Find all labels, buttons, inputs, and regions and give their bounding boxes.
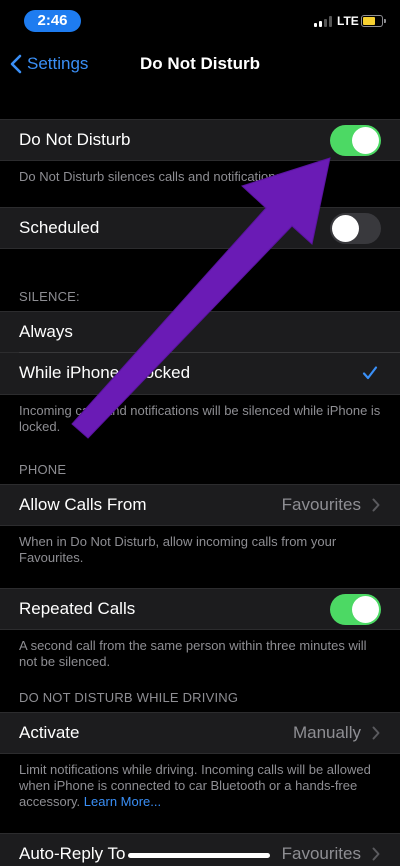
home-indicator — [128, 853, 270, 858]
page-title: Do Not Disturb — [140, 54, 260, 73]
silence-footer: Incoming calls and notifications will be… — [19, 403, 381, 434]
repeated-calls-toggle[interactable] — [330, 594, 381, 625]
network-type: LTE — [337, 14, 359, 28]
auto-reply-label: Auto-Reply To — [19, 844, 126, 863]
driving-header: DO NOT DISTURB WHILE DRIVING — [19, 690, 239, 705]
auto-reply-row[interactable]: Auto-Reply To Favourites — [0, 833, 400, 866]
repeated-calls-footer: A second call from the same person withi… — [19, 638, 367, 669]
cellular-signal-icon — [314, 16, 334, 27]
allow-calls-label: Allow Calls From — [19, 495, 147, 514]
battery-icon — [361, 15, 386, 27]
scheduled-row[interactable]: Scheduled — [0, 207, 400, 249]
allow-calls-row[interactable]: Allow Calls From Favourites — [0, 484, 400, 526]
always-row[interactable]: Always — [0, 311, 400, 353]
silence-header: SILENCE: — [19, 289, 80, 304]
activate-label: Activate — [19, 723, 80, 742]
activate-footer: Limit notifications while driving. Incom… — [19, 762, 381, 810]
dnd-toggle[interactable] — [330, 125, 381, 156]
activate-footer-text: Limit notifications while driving. Incom… — [19, 762, 371, 809]
always-label: Always — [19, 322, 73, 341]
settings-screen: 2:46 LTE Settings Do Not Disturb Do Not … — [0, 0, 400, 866]
scheduled-label: Scheduled — [19, 218, 100, 237]
dnd-label: Do Not Disturb — [19, 130, 131, 149]
repeated-calls-row[interactable]: Repeated Calls — [0, 588, 400, 630]
dnd-footer: Do Not Disturb silences calls and notifi… — [19, 169, 283, 184]
navigation-bar: Settings Do Not Disturb — [0, 40, 400, 88]
status-time: 2:46 — [24, 10, 81, 32]
dnd-row[interactable]: Do Not Disturb — [0, 119, 400, 161]
checkmark-icon — [362, 366, 378, 380]
while-locked-label: While iPhone is locked — [19, 363, 191, 382]
phone-header: PHONE — [19, 462, 67, 477]
chevron-right-icon — [372, 847, 380, 861]
repeated-calls-label: Repeated Calls — [19, 599, 136, 618]
while-locked-row[interactable]: While iPhone is locked — [0, 353, 400, 395]
activate-row[interactable]: Activate Manually — [0, 712, 400, 754]
status-bar: 2:46 LTE — [0, 0, 400, 40]
chevron-right-icon — [372, 498, 380, 512]
activate-value: Manually — [292, 723, 361, 742]
scheduled-toggle[interactable] — [330, 213, 381, 244]
allow-calls-footer: When in Do Not Disturb, allow incoming c… — [19, 534, 337, 565]
allow-calls-value: Favourites — [281, 495, 361, 514]
chevron-right-icon — [372, 726, 380, 740]
learn-more-link[interactable]: Learn More... — [84, 794, 161, 809]
auto-reply-value: Favourites — [281, 844, 361, 863]
